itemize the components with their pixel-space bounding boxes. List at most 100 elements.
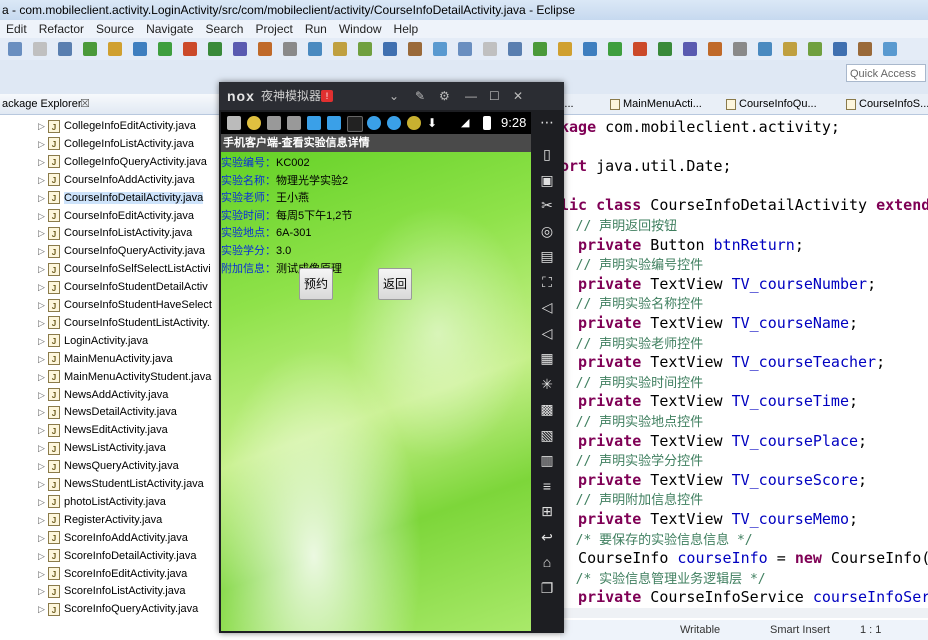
- toolbar-icon[interactable]: [633, 42, 647, 56]
- chevron-right-icon[interactable]: ▷: [38, 314, 48, 332]
- toolbar-icon[interactable]: [158, 42, 172, 56]
- tree-item[interactable]: ▷ J RegisterActivity.java: [38, 511, 162, 529]
- loading-icon[interactable]: ✳: [539, 376, 555, 392]
- toolbar-icon[interactable]: [8, 42, 22, 56]
- volume-down-icon[interactable]: ◁: [539, 325, 555, 341]
- tree-item[interactable]: ▷ J ScoreInfoListActivity.java: [38, 582, 185, 600]
- menu-project[interactable]: Project: [249, 20, 298, 38]
- fullscreen-icon[interactable]: ⛶: [539, 274, 555, 290]
- toolbar-icon[interactable]: [808, 42, 822, 56]
- toolbar-icon[interactable]: [858, 42, 872, 56]
- chevron-right-icon[interactable]: ▷: [38, 278, 48, 296]
- chevron-right-icon[interactable]: ▷: [38, 529, 48, 547]
- toolbar-icon[interactable]: [383, 42, 397, 56]
- menu-run[interactable]: Run: [299, 20, 333, 38]
- chevron-right-icon[interactable]: ▷: [38, 368, 48, 386]
- chevron-right-icon[interactable]: ▷: [38, 421, 48, 439]
- more-icon[interactable]: ⋯: [539, 114, 555, 130]
- editor-tab[interactable]: CourseInfoQu...: [726, 94, 817, 114]
- recent-apps-icon[interactable]: ❐: [539, 580, 555, 596]
- toolbar-icon[interactable]: [433, 42, 447, 56]
- toolbar-icon[interactable]: [533, 42, 547, 56]
- back-icon[interactable]: ↩: [539, 529, 555, 545]
- toolbar-icon[interactable]: [708, 42, 722, 56]
- scissors-icon[interactable]: ✂: [539, 197, 555, 213]
- chevron-right-icon[interactable]: ▷: [38, 189, 48, 207]
- toolbar-icon[interactable]: [133, 42, 147, 56]
- close-icon[interactable]: ☒: [80, 94, 90, 114]
- chevron-right-icon[interactable]: ▷: [38, 153, 48, 171]
- tree-item[interactable]: ▷ J ScoreInfoAddActivity.java: [38, 529, 188, 547]
- toolbar-icon[interactable]: [758, 42, 772, 56]
- code-editor[interactable]: kage com.mobileclient.activity; ort java.…: [560, 116, 928, 610]
- tree-item[interactable]: ▷ J NewsStudentListActivity.java: [38, 475, 204, 493]
- tree-item[interactable]: ▷ J CourseInfoAddActivity.java: [38, 171, 195, 189]
- chevron-right-icon[interactable]: ▷: [38, 296, 48, 314]
- chevron-right-icon[interactable]: ▷: [38, 332, 48, 350]
- toolbar-icon[interactable]: [683, 42, 697, 56]
- apk-install-icon[interactable]: ▦: [539, 350, 555, 366]
- quick-access-input[interactable]: Quick Access: [846, 64, 926, 82]
- tree-item[interactable]: ▷ J CourseInfoListActivity.java: [38, 224, 192, 242]
- tree-item[interactable]: ▷ JphotoListActivity.java: [38, 493, 166, 511]
- toolbar-icon[interactable]: [583, 42, 597, 56]
- toolbar-icon[interactable]: [508, 42, 522, 56]
- toolbar-icon[interactable]: [408, 42, 422, 56]
- chevron-right-icon[interactable]: ▷: [38, 439, 48, 457]
- toolbar-icon[interactable]: [333, 42, 347, 56]
- alert-badge[interactable]: !: [321, 90, 333, 102]
- toolbar-icon[interactable]: [358, 42, 372, 56]
- tree-item[interactable]: ▷ J CourseInfoEditActivity.java: [38, 207, 194, 225]
- toolbar-icon[interactable]: [608, 42, 622, 56]
- tree-item[interactable]: ▷ J CollegeInfoQueryActivity.java: [38, 153, 207, 171]
- toolbar-icon[interactable]: [483, 42, 497, 56]
- chevron-right-icon[interactable]: ▷: [38, 475, 48, 493]
- chevron-down-icon[interactable]: ⌄: [389, 82, 399, 110]
- close-icon[interactable]: ✕: [513, 82, 523, 110]
- toolbar-icon[interactable]: [208, 42, 222, 56]
- menu-refactor[interactable]: Refactor: [33, 20, 90, 38]
- chevron-right-icon[interactable]: ▷: [38, 135, 48, 153]
- menu-edit[interactable]: Edit: [0, 20, 33, 38]
- editor-tab[interactable]: MainMenuActi...: [610, 94, 702, 114]
- chevron-right-icon[interactable]: ▷: [38, 511, 48, 529]
- add-icon[interactable]: ⊞: [539, 503, 555, 519]
- chevron-right-icon[interactable]: ▷: [38, 386, 48, 404]
- toolbar-icon[interactable]: [283, 42, 297, 56]
- record-icon[interactable]: ▩: [539, 401, 555, 417]
- return-button[interactable]: 返回: [378, 268, 412, 300]
- tree-item[interactable]: ▷ J MainMenuActivityStudent.java: [38, 368, 211, 386]
- tree-item[interactable]: ▷ J CourseInfoStudentListActivity.: [38, 314, 210, 332]
- tree-item[interactable]: ▷ J MainMenuActivity.java: [38, 350, 173, 368]
- toolbar-icon[interactable]: [308, 42, 322, 56]
- editor-tab[interactable]: CourseInfoS...: [846, 94, 928, 114]
- chevron-right-icon[interactable]: ▷: [38, 493, 48, 511]
- folder-icon[interactable]: ▥: [539, 452, 555, 468]
- tree-item[interactable]: ▷ J ScoreInfoQueryActivity.java: [38, 600, 198, 618]
- tree-item[interactable]: ▷ J LoginActivity.java: [38, 332, 148, 350]
- tree-item[interactable]: ▷ J CourseInfoStudentHaveSelect: [38, 296, 212, 314]
- chevron-right-icon[interactable]: ▷: [38, 565, 48, 583]
- toolbar-icon[interactable]: [733, 42, 747, 56]
- horizontal-scrollbar[interactable]: [560, 608, 928, 618]
- menu-icon[interactable]: ≡: [539, 478, 555, 494]
- toolbar-icon[interactable]: [658, 42, 672, 56]
- chevron-right-icon[interactable]: ▷: [38, 242, 48, 260]
- chevron-right-icon[interactable]: ▷: [38, 117, 48, 135]
- location-icon[interactable]: ◎: [539, 223, 555, 239]
- tree-item[interactable]: ▷ J CourseInfoQueryActivity.java: [38, 242, 205, 260]
- chevron-right-icon[interactable]: ▷: [38, 547, 48, 565]
- chevron-right-icon[interactable]: ▷: [38, 600, 48, 618]
- reserve-button[interactable]: 预约: [299, 268, 333, 300]
- toolbar-icon[interactable]: [458, 42, 472, 56]
- toolbar-icon[interactable]: [58, 42, 72, 56]
- gear-icon[interactable]: ⚙: [439, 82, 450, 110]
- toolbar-icon[interactable]: [233, 42, 247, 56]
- toolbar-icon[interactable]: [83, 42, 97, 56]
- chevron-right-icon[interactable]: ▷: [38, 582, 48, 600]
- toolbar-icon[interactable]: [108, 42, 122, 56]
- tree-item[interactable]: ▷ J NewsDetailActivity.java: [38, 403, 177, 421]
- chevron-right-icon[interactable]: ▷: [38, 260, 48, 278]
- tree-item[interactable]: ▷ J NewsEditActivity.java: [38, 421, 168, 439]
- screenshot-icon[interactable]: ▣: [539, 172, 555, 188]
